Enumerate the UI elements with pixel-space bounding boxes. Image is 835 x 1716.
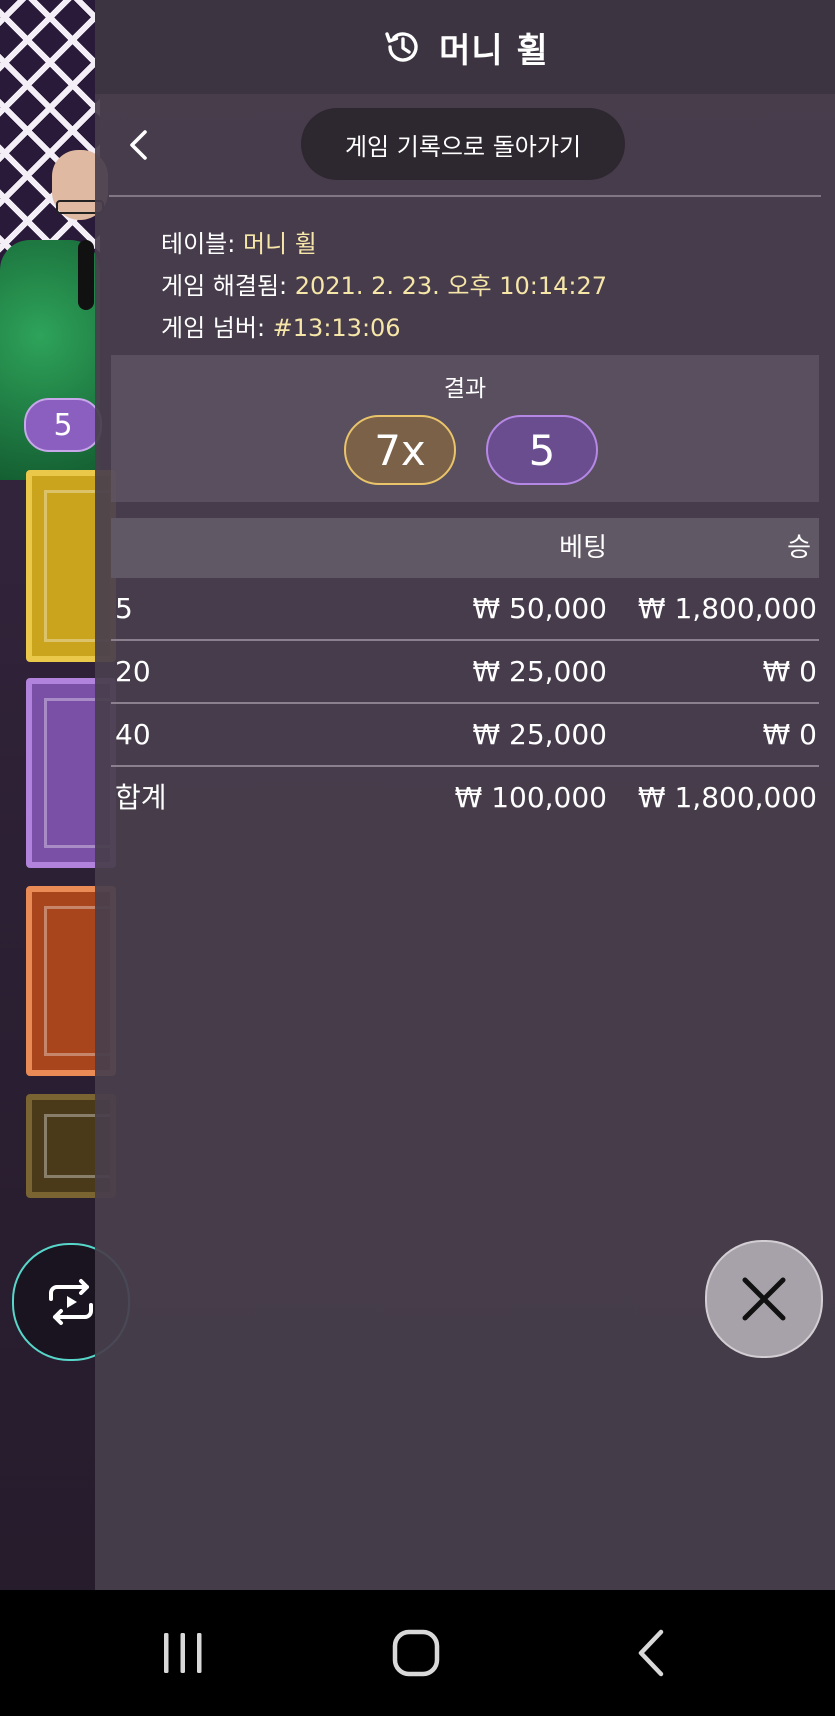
panel-title: 머니 휠 [439,30,549,71]
microphone [78,240,94,310]
close-icon [742,1277,786,1321]
panel-header: 머니 휠 [95,0,835,94]
chevron-left-icon [130,130,147,160]
table-row: 20 ₩ 25,000 ₩ 0 [111,641,819,704]
last-result-badge: 5 [24,398,102,452]
game-history-panel: 머니 휠 게임 기록으로 돌아가기 테이블: 머니 휠 게임 해결됨: 2021… [95,0,835,1590]
table-row: 40 ₩ 25,000 ₩ 0 [111,704,819,767]
history-icon [385,32,418,62]
game-meta: 테이블: 머니 휠 게임 해결됨: 2021. 2. 23. 오후 10:14:… [161,223,607,349]
close-button[interactable] [705,1240,823,1358]
result-multiplier-badge: 7x [344,415,456,485]
result-number-badge: 5 [486,415,598,485]
result-label: 결과 [443,376,487,402]
bets-table: 베팅 승 5 ₩ 50,000 ₩ 1,800,000 20 ₩ 25,000 … [111,518,819,828]
table-row: 5 ₩ 50,000 ₩ 1,800,000 [111,578,819,641]
divider [109,195,821,197]
header-bet: 베팅 [559,533,607,563]
home-button[interactable] [381,1620,451,1686]
game-number-info: 게임 넘버: #13:13:06 [161,314,401,342]
panel-nav: 게임 기록으로 돌아가기 [95,108,835,182]
table-header: 베팅 승 [111,518,819,578]
result-box: 결과 7x 5 [111,355,819,502]
repeat-icon [49,1279,93,1325]
table-total-row: 합계 ₩ 100,000 ₩ 1,800,000 [115,781,817,814]
back-to-history-button[interactable]: 게임 기록으로 돌아가기 [301,108,625,180]
table-info: 테이블: 머니 휠 [161,230,317,258]
home-icon [392,1629,440,1677]
nav-back-icon [638,1629,664,1677]
back-button[interactable] [115,122,161,168]
recents-icon [164,1633,202,1673]
system-nav-bar [0,1590,835,1716]
header-win: 승 [787,533,811,563]
resolved-info: 게임 해결됨: 2021. 2. 23. 오후 10:14:27 [161,272,607,300]
nav-back-button[interactable] [616,1620,686,1686]
recents-button[interactable] [148,1620,218,1686]
